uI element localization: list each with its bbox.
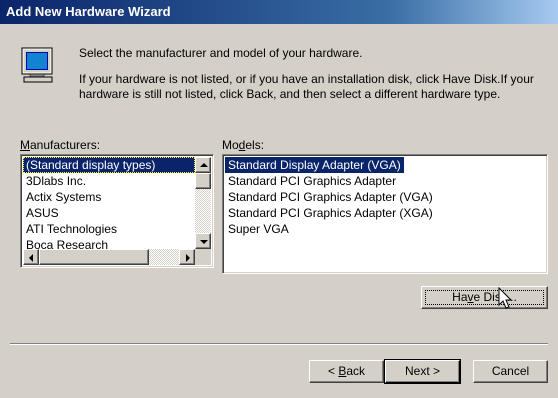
focus-ring [425, 290, 544, 305]
window-title: Add New Hardware Wizard [6, 4, 171, 19]
scroll-left-button[interactable] [23, 249, 39, 265]
scroll-down-button[interactable] [195, 233, 211, 249]
mouse-cursor-icon [498, 286, 514, 311]
header-line-1: Select the manufacturer and model of you… [79, 46, 363, 60]
monitor-icon [20, 46, 60, 86]
title-bar[interactable]: Add New Hardware Wizard [0, 0, 558, 24]
list-item[interactable]: 3Dlabs Inc. [23, 173, 195, 189]
manufacturers-list[interactable]: (Standard display types) 3Dlabs Inc. Act… [20, 154, 214, 268]
list-item[interactable]: ASUS [23, 205, 195, 221]
list-item[interactable]: ATI Technologies [23, 221, 195, 237]
separator [10, 343, 548, 345]
back-button[interactable]: < Back [309, 360, 384, 383]
list-item[interactable]: Standard PCI Graphics Adapter (VGA) [225, 189, 545, 205]
arrow-left-icon [29, 254, 33, 262]
scroll-right-button[interactable] [179, 249, 195, 265]
scroll-thumb[interactable] [195, 173, 211, 189]
list-item[interactable]: Standard PCI Graphics Adapter (XGA) [225, 205, 545, 221]
manufacturers-label: Manufacturers: [20, 138, 101, 152]
cancel-button[interactable]: Cancel [473, 360, 548, 383]
list-item[interactable]: Standard PCI Graphics Adapter [225, 173, 545, 189]
list-item[interactable]: (Standard display types) [23, 157, 195, 173]
arrow-down-icon [200, 240, 208, 244]
list-item[interactable]: Boca Research [23, 237, 195, 249]
have-disk-button[interactable]: Have Disk... [421, 286, 548, 309]
list-item[interactable]: Super VGA [225, 221, 545, 237]
next-button[interactable]: Next > [385, 360, 460, 383]
arrow-right-icon [186, 254, 190, 262]
models-label: Models: [222, 138, 265, 152]
scrollbar-corner [195, 249, 211, 265]
models-list-items: Standard Display Adapter (VGA) Standard … [225, 157, 545, 237]
scroll-thumb-horizontal[interactable] [39, 249, 149, 265]
manufacturers-horizontal-scrollbar[interactable] [23, 249, 195, 265]
scroll-up-button[interactable] [195, 157, 211, 173]
list-item[interactable]: Actix Systems [23, 189, 195, 205]
header-line-2: If your hardware is not listed, or if yo… [79, 72, 534, 101]
arrow-up-icon [200, 163, 208, 167]
models-list[interactable]: Standard Display Adapter (VGA) Standard … [222, 154, 548, 274]
list-item[interactable]: Standard Display Adapter (VGA) [225, 157, 404, 173]
header-instructions: Select the manufacturer and model of you… [79, 46, 539, 102]
manufacturers-vertical-scrollbar[interactable] [195, 157, 211, 249]
manufacturers-list-items: (Standard display types) 3Dlabs Inc. Act… [23, 157, 195, 249]
